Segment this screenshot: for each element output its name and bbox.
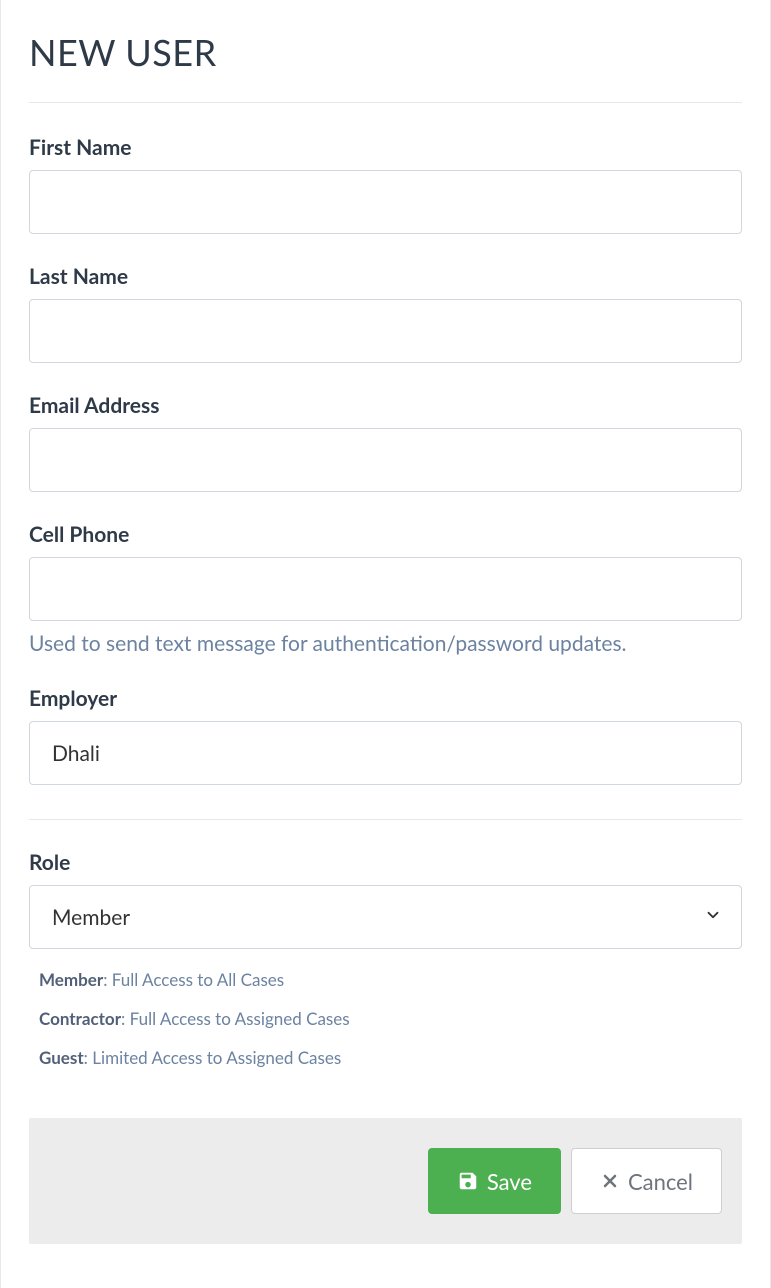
role-label: Role <box>29 850 742 875</box>
last-name-input[interactable] <box>29 299 742 363</box>
role-desc-guest: Guest: Limited Access to Assigned Cases <box>39 1047 742 1068</box>
role-descriptions: Member: Full Access to All Cases Contrac… <box>29 969 742 1068</box>
save-button-label: Save <box>487 1168 532 1195</box>
employer-group: Employer <box>29 686 742 785</box>
close-icon <box>600 1171 620 1191</box>
email-label: Email Address <box>29 393 742 418</box>
save-button[interactable]: Save <box>428 1148 561 1214</box>
role-select-wrapper: Member <box>29 885 742 949</box>
role-desc-contractor-text: : Full Access to Assigned Cases <box>121 1008 350 1029</box>
cancel-button[interactable]: Cancel <box>571 1148 722 1214</box>
role-desc-member-name: Member <box>39 969 103 990</box>
first-name-label: First Name <box>29 135 742 160</box>
email-group: Email Address <box>29 393 742 492</box>
save-icon <box>457 1170 479 1192</box>
employer-label: Employer <box>29 686 742 711</box>
role-desc-member-text: : Full Access to All Cases <box>103 969 284 990</box>
role-desc-contractor-name: Contractor <box>39 1008 121 1029</box>
role-desc-contractor: Contractor: Full Access to Assigned Case… <box>39 1008 742 1029</box>
page-title: NEW USER <box>29 30 742 74</box>
section-divider <box>29 819 742 820</box>
title-divider <box>29 102 742 103</box>
last-name-group: Last Name <box>29 264 742 363</box>
new-user-form: NEW USER First Name Last Name Email Addr… <box>0 0 771 1288</box>
first-name-input[interactable] <box>29 170 742 234</box>
cell-phone-help-text: Used to send text message for authentica… <box>29 631 742 656</box>
role-desc-guest-name: Guest <box>39 1047 84 1068</box>
role-select[interactable]: Member <box>29 885 742 949</box>
cell-phone-group: Cell Phone Used to send text message for… <box>29 522 742 656</box>
cell-phone-label: Cell Phone <box>29 522 742 547</box>
role-desc-guest-text: : Limited Access to Assigned Cases <box>84 1047 342 1068</box>
cell-phone-input[interactable] <box>29 557 742 621</box>
first-name-group: First Name <box>29 135 742 234</box>
last-name-label: Last Name <box>29 264 742 289</box>
button-bar: Save Cancel <box>29 1118 742 1244</box>
employer-input[interactable] <box>29 721 742 785</box>
role-group: Role Member Member: Full Access to All C… <box>29 850 742 1068</box>
cancel-button-label: Cancel <box>628 1168 693 1195</box>
email-input[interactable] <box>29 428 742 492</box>
role-desc-member: Member: Full Access to All Cases <box>39 969 742 990</box>
